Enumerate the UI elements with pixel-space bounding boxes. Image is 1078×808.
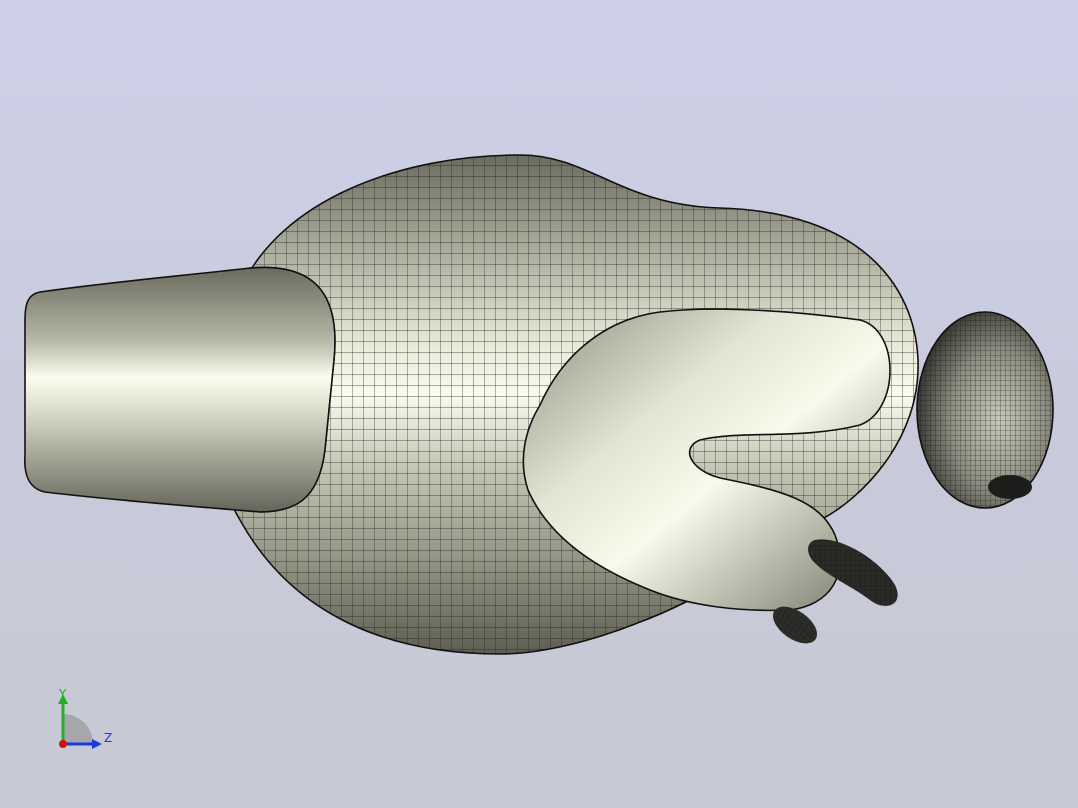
z-axis-arrow-icon <box>92 739 102 749</box>
model-scene[interactable] <box>0 0 1078 808</box>
axis-triad: Y Z <box>50 684 120 754</box>
cylindrical-attachment[interactable] <box>20 260 340 520</box>
y-axis-label: Y <box>59 687 67 701</box>
x-axis-dot-icon <box>59 740 67 748</box>
z-axis-label: Z <box>104 731 113 745</box>
model-head[interactable] <box>916 311 1054 509</box>
triad-sector-icon <box>63 714 93 744</box>
3d-viewport[interactable]: Y Z <box>0 0 1078 808</box>
